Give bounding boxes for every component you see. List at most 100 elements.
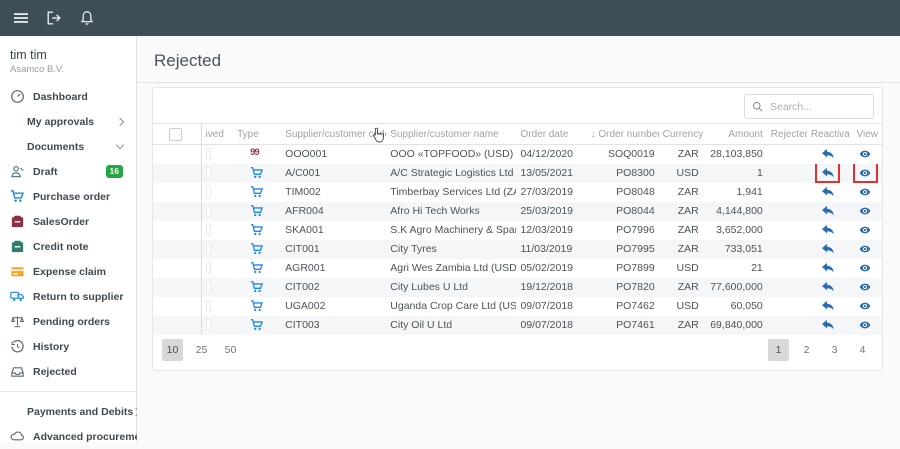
type-cell xyxy=(233,278,281,297)
sidebar-item-dashboard[interactable]: Dashboard xyxy=(0,84,136,109)
sidebar-item-payments-and-debits[interactable]: Payments and Debits xyxy=(0,399,136,424)
view-button[interactable] xyxy=(855,278,876,295)
col-order-number[interactable]: ↓ Order number xyxy=(587,124,659,145)
col-rejected-by[interactable]: Rejected by xyxy=(767,124,807,145)
col-amount[interactable]: Amount xyxy=(703,124,767,145)
rejected-by-cell xyxy=(767,202,807,221)
table-row[interactable]: CIT001 City Tyres 11/03/2019 PO7995 ZAR … xyxy=(153,240,882,259)
bell-icon[interactable] xyxy=(79,10,95,26)
page-size-10[interactable]: 10 xyxy=(162,339,183,361)
table-row[interactable]: A/C001 A/C Strategic Logistics Ltd 13/05… xyxy=(153,164,882,183)
page-number-3[interactable]: 3 xyxy=(824,339,845,361)
page-size-50[interactable]: 50 xyxy=(220,339,241,361)
row-checkbox[interactable] xyxy=(206,148,211,160)
table-row[interactable]: TIM002 Timberbay Services Ltd (ZAR) 27/0… xyxy=(153,183,882,202)
row-select-cell xyxy=(153,202,201,221)
view-button[interactable] xyxy=(855,164,876,181)
row-checkbox[interactable] xyxy=(206,167,211,179)
reactivate-button[interactable] xyxy=(817,202,838,219)
row-checkbox[interactable] xyxy=(206,186,211,198)
sidebar-item-salesorder[interactable]: SalesOrder xyxy=(0,209,136,234)
sidebar-item-documents[interactable]: Documents xyxy=(0,134,136,159)
col-type[interactable]: Type xyxy=(233,124,281,145)
rejected-table-card: ived Type Supplier/customer code Supplie… xyxy=(152,87,883,371)
reactivate-button[interactable] xyxy=(817,164,838,181)
view-button[interactable] xyxy=(855,297,876,314)
supplier-name-cell: City Oil U Ltd xyxy=(386,316,516,335)
row-checkbox[interactable] xyxy=(206,319,211,331)
sidebar-item-history[interactable]: History xyxy=(0,334,136,359)
reactivate-button[interactable] xyxy=(817,240,838,257)
sidebar-item-expense-claim[interactable]: Expense claim xyxy=(0,259,136,284)
select-all-checkbox[interactable] xyxy=(169,128,182,141)
currency-cell: ZAR xyxy=(659,316,703,335)
row-checkbox[interactable] xyxy=(206,262,211,274)
search-input[interactable] xyxy=(768,100,866,114)
page-number-2[interactable]: 2 xyxy=(796,339,817,361)
sidebar-item-credit-note[interactable]: Credit note xyxy=(0,234,136,259)
table-row[interactable]: CIT003 City Oil U Ltd 09/07/2018 PO7461 … xyxy=(153,316,882,335)
col-received[interactable]: ived xyxy=(201,124,233,145)
currency-cell: USD xyxy=(659,259,703,278)
reactivate-button[interactable] xyxy=(817,146,838,163)
table-row[interactable]: 99 OOO001 OOO «TOPFOOD» (USD) 04/12/2020… xyxy=(153,145,882,164)
view-cell xyxy=(849,316,882,335)
type-cell xyxy=(233,221,281,240)
sales-box-icon xyxy=(10,214,25,229)
main-content: Rejected ived Type xyxy=(137,36,900,442)
view-button[interactable] xyxy=(855,146,876,163)
view-button[interactable] xyxy=(855,183,876,200)
table-row[interactable]: SKA001 S.K Agro Machinery & Spare Parts … xyxy=(153,221,882,240)
sidebar-item-advanced-procurement[interactable]: Advanced procurement xyxy=(0,424,136,449)
reactivate-cell xyxy=(807,183,849,202)
reactivate-button[interactable] xyxy=(817,221,838,238)
reactivate-button[interactable] xyxy=(817,183,838,200)
col-supplier-code[interactable]: Supplier/customer code xyxy=(281,124,386,145)
reactivate-button[interactable] xyxy=(817,316,838,333)
page-number-1[interactable]: 1 xyxy=(768,339,789,361)
search-icon xyxy=(752,101,763,112)
col-currency[interactable]: Currency xyxy=(659,124,703,145)
reactivate-button[interactable] xyxy=(817,259,838,276)
reactivate-button[interactable] xyxy=(817,278,838,295)
sidebar-item-return-to-supplier[interactable]: Return to supplier xyxy=(0,284,136,309)
supplier-code-cell: AGR001 xyxy=(281,259,386,278)
row-checkbox[interactable] xyxy=(206,243,211,255)
view-button[interactable] xyxy=(855,316,876,333)
sidebar-item-purchase-order[interactable]: Purchase order xyxy=(0,184,136,209)
supplier-code-cell: AFR004 xyxy=(281,202,386,221)
supplier-code-cell: CIT001 xyxy=(281,240,386,259)
table-row[interactable]: CIT002 City Lubes U Ltd 19/12/2018 PO782… xyxy=(153,278,882,297)
row-checkbox[interactable] xyxy=(206,281,211,293)
page-size-25[interactable]: 25 xyxy=(191,339,212,361)
sidebar-item-label: Advanced procurement xyxy=(33,431,150,443)
view-button[interactable] xyxy=(855,202,876,219)
logout-icon[interactable] xyxy=(46,10,62,26)
col-order-date[interactable]: Order date xyxy=(516,124,586,145)
sidebar-item-my-approvals[interactable]: My approvals xyxy=(0,109,136,134)
table-row[interactable]: AFR004 Afro Hi Tech Works 25/03/2019 PO8… xyxy=(153,202,882,221)
eye-icon xyxy=(858,319,872,331)
sidebar-item-pending-orders[interactable]: Pending orders xyxy=(0,309,136,334)
row-checkbox[interactable] xyxy=(206,205,211,217)
sidebar-item-draft[interactable]: Draft 16 xyxy=(0,159,136,184)
reactivate-button[interactable] xyxy=(817,297,838,314)
page-number-4[interactable]: 4 xyxy=(852,339,873,361)
rejected-by-cell xyxy=(767,164,807,183)
row-checkbox[interactable] xyxy=(206,224,211,236)
menu-icon[interactable] xyxy=(13,10,29,26)
order-number-cell: PO7820 xyxy=(587,278,659,297)
sidebar-item-rejected[interactable]: Rejected xyxy=(0,359,136,384)
company-name: Asamco B.V. xyxy=(10,64,126,75)
col-supplier-name[interactable]: Supplier/customer name xyxy=(386,124,516,145)
view-button[interactable] xyxy=(855,259,876,276)
table-row[interactable]: UGA002 Uganda Crop Care Ltd (USD) 09/07/… xyxy=(153,297,882,316)
order-date-cell: 13/05/2021 xyxy=(516,164,586,183)
row-select-cell xyxy=(153,183,201,202)
view-button[interactable] xyxy=(855,221,876,238)
sidebar-item-label: Rejected xyxy=(33,366,77,378)
table-row[interactable]: AGR001 Agri Wes Zambia Ltd (USD) 05/02/2… xyxy=(153,259,882,278)
page-title: Rejected xyxy=(154,51,900,71)
row-checkbox[interactable] xyxy=(206,300,211,312)
view-button[interactable] xyxy=(855,240,876,257)
